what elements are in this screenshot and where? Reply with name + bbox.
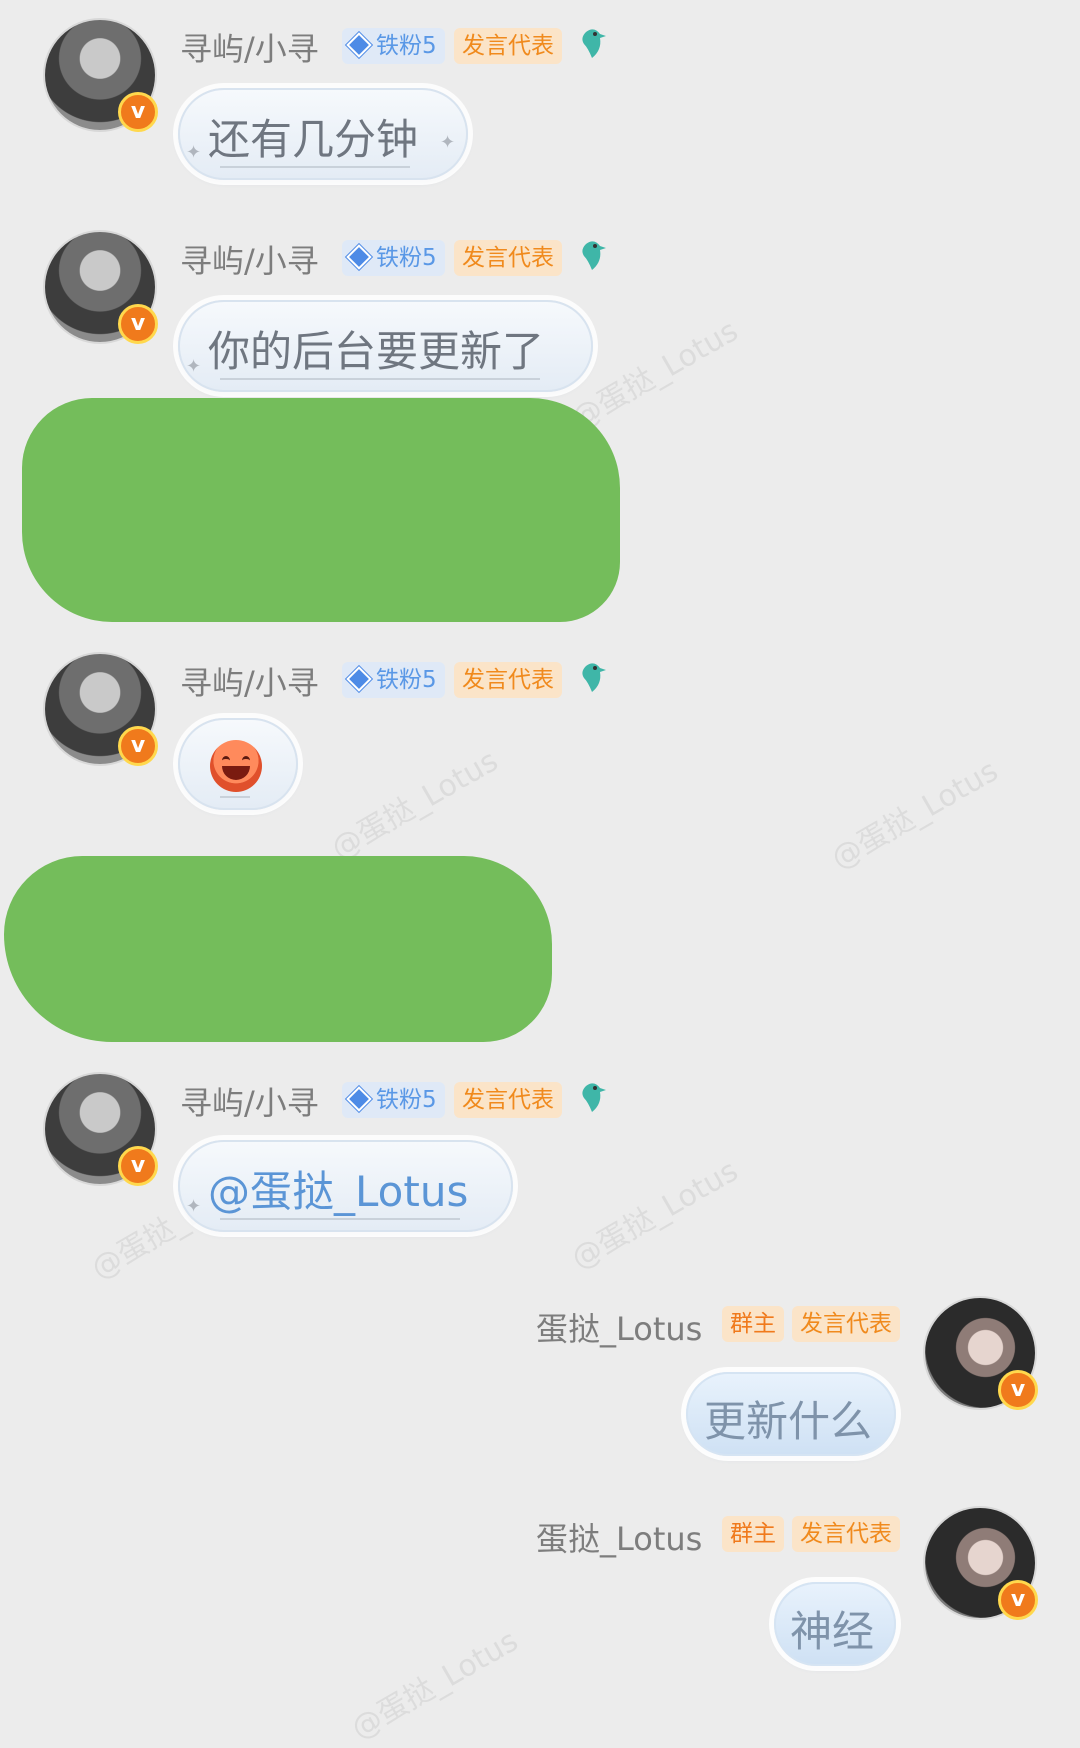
laughing-emoji-icon xyxy=(210,740,262,792)
bubble-decoration xyxy=(220,378,540,380)
v-badge-icon: v xyxy=(118,726,158,766)
diamond-icon xyxy=(346,32,372,58)
role-badge: 发言代表 xyxy=(454,662,562,698)
message-bubble[interactable]: 更新什么 xyxy=(686,1372,896,1456)
diamond-icon xyxy=(346,1086,372,1112)
v-badge-icon: v xyxy=(998,1370,1038,1410)
sender-name[interactable]: 寻屿/小寻 xyxy=(180,658,319,704)
v-badge-icon: v xyxy=(998,1580,1038,1620)
sparkle-icon: ✦ xyxy=(186,356,202,377)
message-bubble[interactable]: 神经 xyxy=(774,1582,896,1666)
role-badge: 发言代表 xyxy=(792,1306,900,1342)
mention-link[interactable]: @蛋挞_Lotus xyxy=(208,1158,468,1219)
message-bubble[interactable]: 还有几分钟 xyxy=(178,88,468,180)
bubble-decoration xyxy=(220,1218,460,1220)
message-bubble[interactable]: 你的后台要更新了 xyxy=(178,300,593,392)
sparkle-icon: ✦ xyxy=(186,142,202,163)
owner-badge: 群主 xyxy=(722,1516,784,1552)
role-badge: 发言代表 xyxy=(792,1516,900,1552)
message-text: 神经 xyxy=(790,1607,875,1656)
role-badge: 发言代表 xyxy=(454,240,562,276)
sparkle-icon: ✦ xyxy=(186,1196,202,1217)
watermark: @蛋挞_Lotus xyxy=(325,743,504,867)
bird-icon xyxy=(582,1083,606,1112)
role-badge: 发言代表 xyxy=(454,28,562,64)
redacted-area xyxy=(22,398,620,622)
sender-name[interactable]: 蛋挞_Lotus xyxy=(536,1514,702,1560)
fan-level-badge: 铁粉5 xyxy=(342,662,445,698)
fan-level-badge: 铁粉5 xyxy=(342,28,445,64)
message-text: 更新什么 xyxy=(704,1397,873,1446)
message-bubble[interactable]: @蛋挞_Lotus xyxy=(178,1140,513,1232)
role-badge: 发言代表 xyxy=(454,1082,562,1118)
v-badge-icon: v xyxy=(118,92,158,132)
bird-icon xyxy=(582,29,606,58)
watermark: @蛋挞_Lotus xyxy=(565,1153,744,1277)
sender-name[interactable]: 寻屿/小寻 xyxy=(180,236,319,282)
diamond-icon xyxy=(346,666,372,692)
fan-level-badge: 铁粉5 xyxy=(342,240,445,276)
bird-icon xyxy=(582,241,606,270)
sender-name[interactable]: 蛋挞_Lotus xyxy=(536,1304,702,1350)
message-text: 你的后台要更新了 xyxy=(208,327,545,376)
watermark: @蛋挞_Lotus xyxy=(345,1623,524,1747)
bubble-decoration xyxy=(220,166,410,168)
redacted-area xyxy=(4,856,552,1042)
sender-name[interactable]: 寻屿/小寻 xyxy=(180,1078,319,1124)
message-text: 还有几分钟 xyxy=(208,115,419,164)
diamond-icon xyxy=(346,244,372,270)
owner-badge: 群主 xyxy=(722,1306,784,1342)
v-badge-icon: v xyxy=(118,1146,158,1186)
watermark: @蛋挞_Lotus xyxy=(825,753,1004,877)
bubble-decoration xyxy=(220,796,250,798)
bird-icon xyxy=(582,663,606,692)
v-badge-icon: v xyxy=(118,304,158,344)
fan-level-badge: 铁粉5 xyxy=(342,1082,445,1118)
sparkle-icon: ✦ xyxy=(440,132,456,153)
sender-name[interactable]: 寻屿/小寻 xyxy=(180,24,319,70)
